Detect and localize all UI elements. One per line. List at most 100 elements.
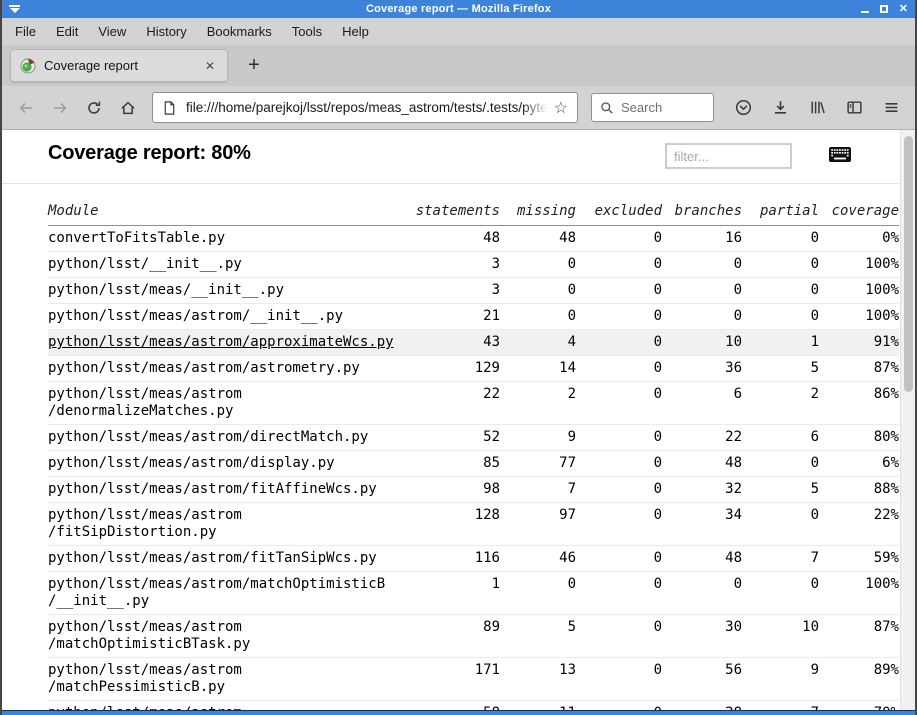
statements-cell: 58: [410, 701, 500, 711]
branches-cell: 36: [662, 356, 742, 382]
statements-cell: 52: [410, 425, 500, 451]
module-link[interactable]: python/lsst/meas/astrom /matchPessimisti…: [48, 705, 259, 710]
title-bar: Coverage report — Mozilla Firefox ✕: [2, 0, 915, 18]
filter-input[interactable]: [665, 143, 792, 169]
branches-cell: 34: [662, 503, 742, 546]
excluded-cell: 0: [576, 304, 662, 330]
column-header-branches[interactable]: branches: [662, 199, 742, 226]
statements-cell: 3: [410, 252, 500, 278]
table-row: python/lsst/meas/astrom/fitAffineWcs.py …: [48, 477, 899, 503]
branches-cell: 0: [662, 278, 742, 304]
missing-cell: 97: [500, 503, 576, 546]
module-link[interactable]: python/lsst/meas/astrom/directMatch.py: [48, 429, 368, 445]
module-link[interactable]: python/lsst/meas/astrom /fitSipDistortio…: [48, 507, 242, 540]
menu-tools[interactable]: Tools: [282, 20, 332, 43]
branches-cell: 0: [662, 572, 742, 615]
branches-cell: 30: [662, 615, 742, 658]
excluded-cell: 0: [576, 278, 662, 304]
coverage-cell: 86%: [819, 382, 899, 425]
menu-view[interactable]: View: [88, 20, 136, 43]
back-icon[interactable]: [11, 93, 41, 123]
column-header-coverage[interactable]: coverage: [819, 199, 899, 226]
column-header-missing[interactable]: missing: [500, 199, 576, 226]
menu-help[interactable]: Help: [332, 20, 379, 43]
menu-history[interactable]: History: [136, 20, 196, 43]
tab-coverage-report[interactable]: Coverage report ✕: [10, 49, 228, 82]
table-row: python/lsst/meas/astrom/fitTanSipWcs.py …: [48, 546, 899, 572]
column-header-excluded[interactable]: excluded: [576, 199, 662, 226]
search-input[interactable]: [621, 100, 701, 115]
statements-cell: 129: [410, 356, 500, 382]
branches-cell: 32: [662, 477, 742, 503]
coverage-cell: 100%: [819, 278, 899, 304]
missing-cell: 2: [500, 382, 576, 425]
menu-bookmarks[interactable]: Bookmarks: [197, 20, 282, 43]
window-title: Coverage report — Mozilla Firefox: [2, 3, 915, 15]
statements-cell: 21: [410, 304, 500, 330]
missing-cell: 77: [500, 451, 576, 477]
module-link[interactable]: python/lsst/meas/astrom/display.py: [48, 455, 335, 471]
module-link[interactable]: convertToFitsTable.py: [48, 230, 225, 246]
menu-hamburger-icon[interactable]: [876, 93, 906, 123]
bookmark-star-icon[interactable]: ☆: [554, 98, 568, 118]
column-header-partial[interactable]: partial: [742, 199, 819, 226]
module-link[interactable]: python/lsst/meas/astrom/approximateWcs.p…: [48, 334, 394, 350]
module-link[interactable]: python/lsst/meas/astrom/__init__.py: [48, 308, 343, 324]
search-box[interactable]: [591, 93, 714, 122]
library-icon[interactable]: [802, 93, 832, 123]
module-link[interactable]: python/lsst/meas/astrom /matchOptimistic…: [48, 619, 250, 652]
excluded-cell: 0: [576, 546, 662, 572]
search-icon: [600, 101, 614, 115]
module-link[interactable]: python/lsst/meas/astrom/matchOptimisticB…: [48, 576, 385, 609]
coverage-cell: 80%: [819, 425, 899, 451]
tab-bar: Coverage report ✕ +: [2, 45, 915, 86]
coverage-cell: 87%: [819, 356, 899, 382]
url-bar[interactable]: file:///home/parejkoj/lsst/repos/meas_as…: [152, 92, 578, 123]
navigation-bar: file:///home/parejkoj/lsst/repos/meas_as…: [2, 86, 915, 130]
branches-cell: 6: [662, 382, 742, 425]
home-icon[interactable]: [113, 93, 143, 123]
forward-icon[interactable]: [45, 93, 75, 123]
pocket-icon[interactable]: [728, 93, 758, 123]
statements-cell: 22: [410, 382, 500, 425]
menu-file[interactable]: File: [5, 20, 46, 43]
sidebar-toggle-icon[interactable]: [839, 93, 869, 123]
column-header-statements[interactable]: statements: [410, 199, 500, 226]
branches-cell: 28: [662, 701, 742, 711]
table-row: python/lsst/meas/astrom /matchPessimisti…: [48, 701, 899, 711]
vertical-scrollbar[interactable]: [900, 130, 915, 710]
module-link[interactable]: python/lsst/meas/__init__.py: [48, 282, 284, 298]
module-link[interactable]: python/lsst/meas/astrom/astrometry.py: [48, 360, 360, 376]
excluded-cell: 0: [576, 356, 662, 382]
table-row: python/lsst/meas/astrom /fitSipDistortio…: [48, 503, 899, 546]
statements-cell: 1: [410, 572, 500, 615]
missing-cell: 11: [500, 701, 576, 711]
maximize-button[interactable]: [880, 5, 888, 13]
branches-cell: 10: [662, 330, 742, 356]
tab-close-icon[interactable]: ✕: [202, 57, 218, 75]
partial-cell: 7: [742, 701, 819, 711]
minimize-button[interactable]: [861, 11, 869, 13]
module-link[interactable]: python/lsst/__init__.py: [48, 256, 242, 272]
window-menu-icon[interactable]: [8, 4, 21, 14]
scrollbar-thumb[interactable]: [904, 136, 913, 392]
missing-cell: 0: [500, 572, 576, 615]
module-link[interactable]: python/lsst/meas/astrom /matchPessimisti…: [48, 662, 242, 695]
download-icon[interactable]: [765, 93, 795, 123]
module-link[interactable]: python/lsst/meas/astrom/fitAffineWcs.py: [48, 481, 377, 497]
coverage-cell: 89%: [819, 658, 899, 701]
table-row: python/lsst/meas/astrom/astrometry.py 12…: [48, 356, 899, 382]
reload-icon[interactable]: [79, 93, 109, 123]
table-row: python/lsst/meas/astrom /denormalizeMatc…: [48, 382, 899, 425]
module-link[interactable]: python/lsst/meas/astrom/fitTanSipWcs.py: [48, 550, 377, 566]
branches-cell: 48: [662, 546, 742, 572]
close-button[interactable]: ✕: [899, 4, 908, 14]
column-header-module[interactable]: Module: [48, 199, 410, 226]
menu-edit[interactable]: Edit: [46, 20, 88, 43]
browser-window: Coverage report — Mozilla Firefox ✕ File…: [0, 0, 917, 715]
keyboard-shortcuts-icon[interactable]: [829, 147, 851, 162]
coverage-cell: 100%: [819, 304, 899, 330]
new-tab-button[interactable]: +: [240, 52, 268, 80]
module-link[interactable]: python/lsst/meas/astrom /denormalizeMatc…: [48, 386, 242, 419]
coverage-cell: 100%: [819, 252, 899, 278]
